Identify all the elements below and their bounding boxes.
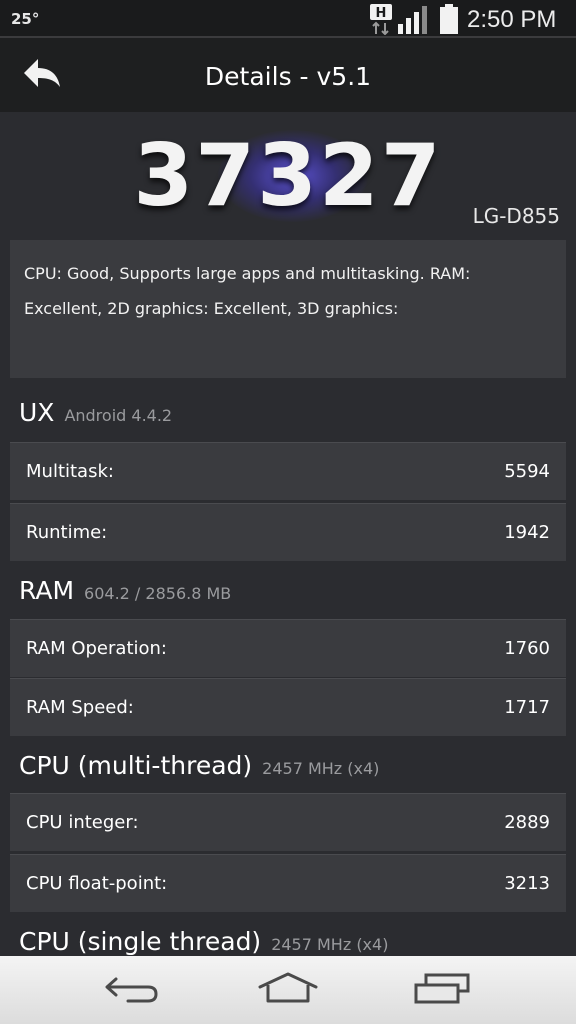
section-header-ram: RAM 604.2 / 2856.8 MB: [19, 576, 231, 605]
section-header-cpu-multi: CPU (multi-thread) 2457 MHz (x4): [19, 751, 379, 780]
section-subtitle: 2457 MHz (x4): [262, 759, 380, 778]
summary-card: CPU: Good, Supports large apps and multi…: [10, 240, 566, 378]
section-header-cpu-single: CPU (single thread) 2457 MHz (x4): [19, 927, 388, 956]
row-label: Runtime:: [26, 522, 108, 543]
row-value: 5594: [504, 461, 550, 482]
navigation-bar: [0, 956, 576, 1024]
device-model: LG-D855: [472, 204, 560, 228]
page-title: Details - v5.1: [204, 62, 372, 91]
row-label: CPU integer:: [26, 812, 139, 833]
section-header-ux: UX Android 4.4.2: [19, 398, 172, 427]
section-title: RAM: [19, 576, 75, 605]
result-row-ram-speed[interactable]: RAM Speed: 1717: [10, 678, 566, 736]
row-label: RAM Speed:: [26, 697, 134, 718]
signal-icon: [397, 5, 431, 34]
network-badge-text: H: [376, 6, 387, 21]
section-title: CPU (single thread): [19, 927, 262, 956]
result-row-cpu-integer[interactable]: CPU integer: 2889: [10, 793, 566, 851]
score-header: 37327 LG-D855: [0, 112, 576, 238]
row-value: 1760: [504, 638, 550, 659]
nav-recent-apps-button[interactable]: [402, 966, 482, 1014]
hspa-data-icon: H: [370, 3, 392, 36]
row-label: CPU float-point:: [26, 873, 168, 894]
row-value: 2889: [504, 812, 550, 833]
section-title: UX: [19, 398, 55, 427]
row-value: 1942: [504, 522, 550, 543]
section-title: CPU (multi-thread): [19, 751, 253, 780]
summary-text: CPU: Good, Supports large apps and multi…: [24, 264, 471, 318]
recent-apps-icon: [412, 971, 472, 1009]
section-subtitle: Android 4.4.2: [64, 406, 173, 425]
row-label: RAM Operation:: [26, 638, 167, 659]
result-row-runtime[interactable]: Runtime: 1942: [10, 503, 566, 561]
nav-home-button[interactable]: [248, 966, 328, 1014]
temperature-indicator: 25°: [11, 10, 40, 28]
status-bar: 25° H 2:50 PM: [0, 0, 576, 38]
section-subtitle: 604.2 / 2856.8 MB: [84, 584, 232, 603]
row-label: Multitask:: [26, 461, 114, 482]
result-row-multitask[interactable]: Multitask: 5594: [10, 442, 566, 500]
result-row-ram-operation[interactable]: RAM Operation: 1760: [10, 619, 566, 677]
home-icon: [256, 971, 320, 1009]
nav-back-button[interactable]: [92, 966, 172, 1014]
section-subtitle: 2457 MHz (x4): [271, 935, 389, 954]
row-value: 1717: [504, 697, 550, 718]
back-icon: [102, 971, 162, 1009]
result-row-cpu-float[interactable]: CPU float-point: 3213: [10, 854, 566, 912]
action-bar: Details - v5.1: [0, 38, 576, 112]
clock: 2:50 PM: [467, 6, 557, 33]
row-value: 3213: [504, 873, 550, 894]
battery-icon: [440, 4, 458, 34]
